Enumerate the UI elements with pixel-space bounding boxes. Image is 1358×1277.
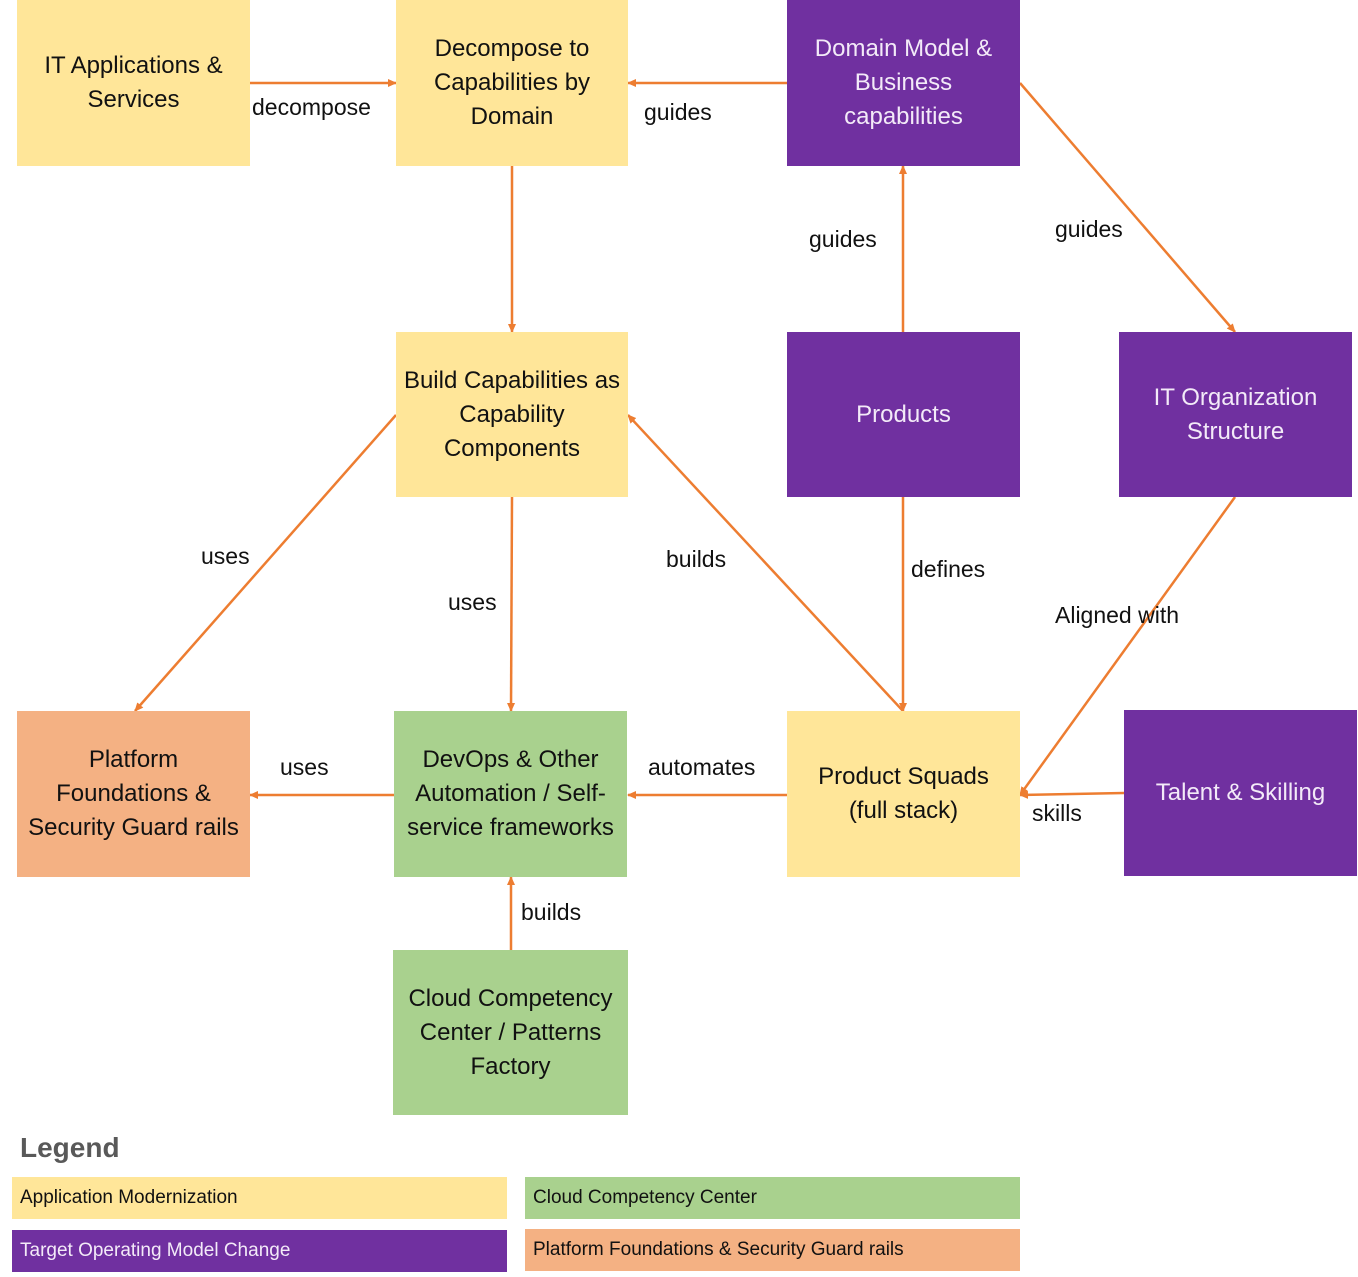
edge-label-guides: guides <box>809 226 877 252</box>
legend-item-cloud-competency-center: Cloud Competency Center <box>525 1177 1020 1219</box>
edge-label-guides: guides <box>644 99 712 125</box>
arrow-build-capabilities-to-platform <box>134 414 397 712</box>
node-decompose-capabilities: Decompose to Capabilities by Domain <box>396 0 628 166</box>
arrow-build-capabilities-to-devops <box>507 496 516 712</box>
node-product-squads: Product Squads (full stack) <box>787 711 1020 877</box>
node-build-capabilities: Build Capabilities as Capability Compone… <box>396 332 628 497</box>
arrow-domain-model-to-it-org <box>1019 82 1236 333</box>
node-talent-skilling: Talent & Skilling <box>1124 710 1357 876</box>
node-devops: DevOps & Other Automation / Self-service… <box>394 711 627 877</box>
node-domain-model: Domain Model & Business capabilities <box>787 0 1020 166</box>
legend-item-application-modernization: Application Modernization <box>12 1177 507 1219</box>
edge-label-defines: defines <box>911 556 986 582</box>
edge-label-uses: uses <box>448 589 497 615</box>
edge-label-aligned-with: Aligned with <box>1055 602 1180 628</box>
edge-label-builds: builds <box>666 546 727 572</box>
node-platform-foundations: Platform Foundations & Security Guard ra… <box>17 711 250 877</box>
legend-item-target-operating-model: Target Operating Model Change <box>12 1230 507 1272</box>
edge-label-uses: uses <box>280 754 329 780</box>
edge-label-skills: skills <box>1032 800 1082 826</box>
node-products: Products <box>787 332 1020 497</box>
legend-title: Legend <box>20 1132 120 1163</box>
edge-label-uses: uses <box>201 543 250 569</box>
node-it-applications: IT Applications & Services <box>17 0 250 166</box>
connector-layer <box>134 79 1237 950</box>
node-cloud-competency-center: Cloud Competency Center / Patterns Facto… <box>393 950 628 1115</box>
node-it-organization: IT Organization Structure <box>1119 332 1352 497</box>
edge-label-automates: automates <box>648 754 756 780</box>
arrow-talent-to-squads <box>1019 790 1125 799</box>
edge-label-builds: builds <box>521 899 582 925</box>
edge-label-decompose: decompose <box>252 94 371 120</box>
edge-label-guides: guides <box>1055 216 1123 242</box>
legend-item-platform-foundations: Platform Foundations & Security Guard ra… <box>525 1229 1020 1271</box>
